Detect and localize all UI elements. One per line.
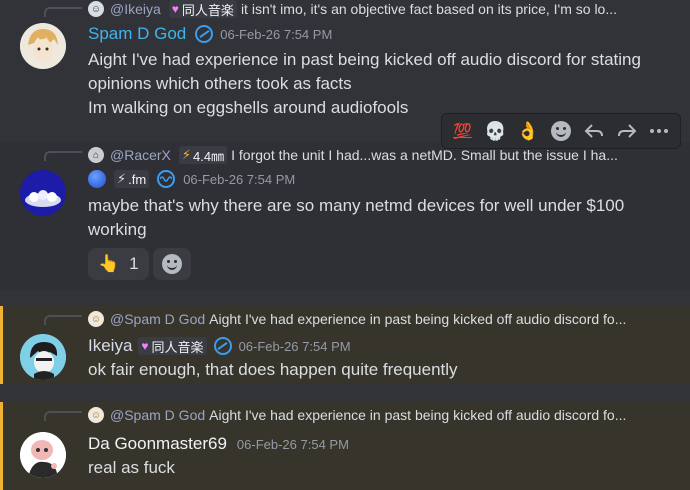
avatar[interactable] [20, 23, 66, 69]
reaction-count: 1 [129, 254, 139, 273]
username[interactable]: Da Goonmaster69 [88, 434, 227, 454]
lightning-icon: ⚡ [181, 147, 192, 162]
message-da-goonmaster69: ☺ @Spam D God Aight I've had experience … [0, 402, 690, 490]
badge-icon [213, 337, 232, 355]
message-line: maybe that's why there are so many netmd… [88, 196, 625, 215]
message-header: ⚡ .fm 06-Feb-26 7:54 PM [88, 170, 295, 188]
avatar[interactable] [20, 170, 66, 216]
quick-reaction-ok-hand[interactable]: 👌 [515, 118, 541, 144]
message-fm-user: ⌂ @RacerX ⚡ 4.4㎜ I forgot the unit I had.… [0, 142, 690, 290]
reply-preview[interactable]: ☺ @Spam D God Aight I've had experience … [88, 310, 678, 328]
timestamp[interactable]: 06-Feb-26 7:54 PM [237, 437, 349, 452]
add-reaction-icon[interactable] [548, 118, 574, 144]
username[interactable]: Spam D God [88, 24, 186, 44]
reply-role-tag: ⚡ 4.4㎜ [178, 146, 228, 164]
message-line: ok fair enough, that does happen quite f… [88, 360, 458, 379]
role-tag: ⚡ .fm [114, 170, 150, 188]
add-reaction-button[interactable] [152, 248, 191, 280]
add-reaction-icon [161, 254, 182, 274]
reply-connector [44, 411, 82, 421]
message-header: Da Goonmaster69 06-Feb-26 7:54 PM [88, 434, 349, 454]
avatar[interactable] [20, 334, 66, 380]
badge-icon [195, 25, 214, 43]
avatar-image [20, 170, 66, 216]
message-header: Spam D God 06-Feb-26 7:54 PM [88, 24, 332, 44]
reply-connector [44, 7, 82, 17]
reply-preview[interactable]: ☺ @Ikeiya ♥ 同人音楽 it isn't imo, it's an ob… [88, 0, 678, 18]
message-ikeiya: ☺ @Spam D God Aight I've had experience … [0, 306, 690, 384]
point-up-emoji: 👆 [98, 254, 120, 273]
reply-avatar: ☺ [88, 407, 104, 423]
reply-connector [44, 151, 82, 161]
more-icon[interactable] [646, 118, 672, 144]
reply-username[interactable]: @Spam D God [110, 407, 205, 423]
reply-username[interactable]: @Ikeiya [110, 1, 161, 17]
reaction-point-up[interactable]: 👆 1 [88, 248, 149, 280]
message-line: Aight I've had experience in past being … [88, 50, 641, 69]
avatar-image [20, 23, 66, 69]
reply-preview[interactable]: ☺ @Spam D God Aight I've had experience … [88, 406, 678, 424]
reactions-row: 👆 1 [88, 248, 191, 280]
message-line: working [88, 220, 147, 239]
message-content: maybe that's why there are so many netmd… [88, 194, 624, 242]
quick-reaction-100[interactable]: 💯 [449, 118, 475, 144]
message-line: real as fuck [88, 458, 175, 477]
reply-text: it isn't imo, it's an objective fact bas… [240, 1, 618, 17]
reply-avatar: ⌂ [88, 147, 104, 163]
mention-highlight-bar [0, 402, 3, 490]
reply-text: Aight I've had experience in past being … [209, 311, 627, 327]
message-line: opinions which others took as facts [88, 74, 352, 93]
avatar-image [20, 334, 66, 380]
forward-icon[interactable] [614, 118, 640, 144]
username[interactable]: Ikeiya [88, 336, 132, 356]
reply-username[interactable]: @Spam D God [110, 311, 205, 327]
timestamp[interactable]: 06-Feb-26 7:54 PM [220, 27, 332, 42]
status-orb-icon [88, 170, 106, 188]
quick-reaction-skull[interactable]: 💀 [482, 118, 508, 144]
mention-highlight-bar [0, 306, 3, 384]
avatar-image [20, 432, 66, 478]
reply-connector [44, 315, 82, 325]
reply-avatar: ☺ [88, 311, 104, 327]
message-content: real as fuck [88, 456, 175, 480]
timestamp[interactable]: 06-Feb-26 7:54 PM [183, 172, 295, 187]
message-action-toolbar: 💯 💀 👌 [441, 113, 681, 149]
timestamp[interactable]: 06-Feb-26 7:54 PM [239, 339, 351, 354]
reply-avatar: ☺ [88, 1, 104, 17]
message-content: ok fair enough, that does happen quite f… [88, 358, 458, 382]
reply-text: Aight I've had experience in past being … [209, 407, 627, 423]
waveform-badge-icon [157, 170, 176, 188]
message-content: Aight I've had experience in past being … [88, 48, 641, 120]
lightning-icon: ⚡ [117, 171, 127, 186]
message-header: Ikeiya ♥ 同人音楽 06-Feb-26 7:54 PM [88, 336, 351, 356]
reply-username[interactable]: @RacerX [110, 147, 171, 163]
reply-role-tag: ♥ 同人音楽 [168, 0, 237, 18]
reply-text: I forgot the unit I had...was a netMD. S… [231, 147, 618, 163]
heart-icon: ♥ [141, 339, 149, 353]
avatar[interactable] [20, 432, 66, 478]
heart-icon: ♥ [171, 2, 179, 16]
role-tag: ♥ 同人音楽 [138, 337, 207, 355]
reply-icon[interactable] [581, 118, 607, 144]
